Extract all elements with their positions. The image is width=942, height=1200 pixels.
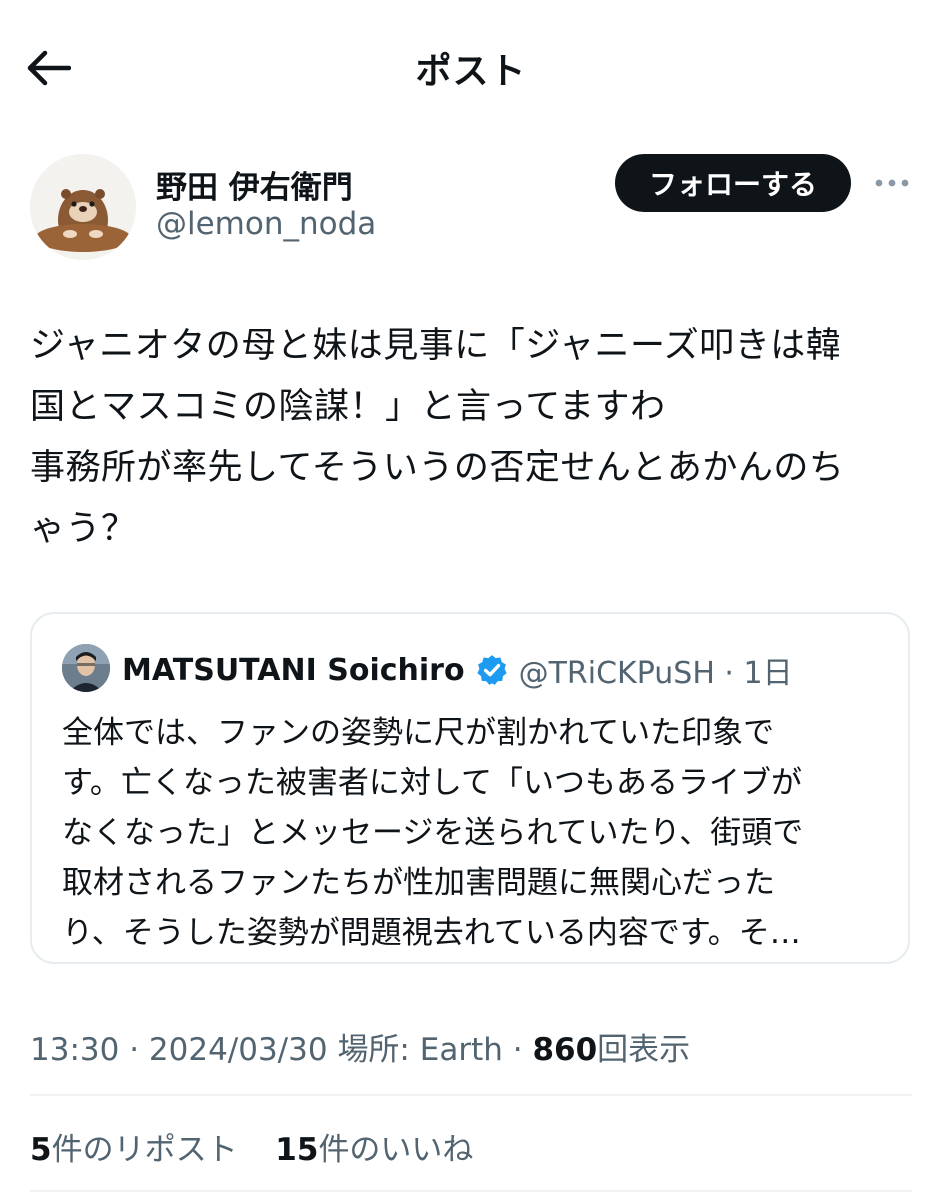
post-text-line: 事務所が率先してそういうの否定せんとあかんのち [30, 448, 845, 488]
quoted-post-text: 全体では、ファンの姿勢に尺が割かれていた印象で す。亡くなった被害者に対して「い… [62, 708, 892, 958]
post-timestamp[interactable]: 13:30 · 2024/03/30 [30, 1032, 328, 1068]
top-bar: ポスト [0, 0, 942, 136]
quoted-text-line: 取材されるファンたちが性加害問題に無関心だった [62, 865, 775, 901]
post-meta: 13:30 · 2024/03/30 場所: Earth · 860回表示 [30, 1024, 690, 1069]
engagement-stats: 5件のリポスト 15件のいいね [30, 1124, 473, 1169]
follow-button[interactable]: フォローする [615, 154, 851, 212]
repost-count: 5 [30, 1132, 52, 1168]
person-photo-image [62, 644, 110, 692]
repost-label: 件のリポスト [51, 1132, 238, 1168]
divider [30, 1094, 912, 1096]
author-display-name[interactable]: 野田 伊右衛門 [156, 162, 353, 207]
view-count-label: 回表示 [597, 1032, 691, 1068]
mole-avatar-image [30, 154, 136, 260]
divider [30, 1190, 912, 1192]
post-text-line: 国とマスコミの陰謀！」と言ってますわ [30, 387, 666, 427]
quoted-post-card[interactable]: MATSUTANI Soichiro @TRiCKPuSH · 1日 全体では、… [30, 612, 910, 964]
more-horizontal-icon [875, 179, 909, 187]
likes-link[interactable]: 15件のいいね [275, 1132, 473, 1168]
reposts-link[interactable]: 5件のリポスト [30, 1132, 238, 1168]
quoted-author-name: MATSUTANI Soichiro [122, 652, 465, 688]
view-count: 860 [532, 1032, 598, 1068]
quoted-author-handle-time: @TRiCKPuSH · 1日 [518, 656, 793, 691]
like-label: 件のいいね [318, 1132, 474, 1168]
quoted-text-line: す。亡くなった被害者に対して「いつもあるライブが [62, 765, 802, 801]
quoted-text-line: り、そうした姿勢が問題視去れている内容です。そ… [62, 915, 801, 951]
quoted-author-avatar [62, 644, 110, 692]
author-avatar[interactable] [30, 154, 136, 260]
post-text: ジャニオタの母と妹は見事に「ジャニーズ叩きは韓 国とマスコミの陰謀！」と言ってま… [30, 316, 920, 560]
more-button[interactable] [870, 166, 914, 200]
quoted-post-header: MATSUTANI Soichiro @TRiCKPuSH · 1日 [122, 648, 793, 692]
verified-badge-icon [476, 655, 507, 685]
like-count: 15 [275, 1132, 319, 1168]
quoted-text-line: 全体では、ファンの姿勢に尺が割かれていた印象で [62, 715, 775, 751]
author-handle[interactable]: @lemon_noda [156, 206, 376, 242]
post-text-line: ゃう？ [30, 509, 137, 549]
post-text-line: ジャニオタの母と妹は見事に「ジャニーズ叩きは韓 [30, 326, 842, 366]
quoted-text-line: なくなった」とメッセージを送られていたり、街頭で [62, 815, 804, 851]
post-location: 場所: Earth · [337, 1032, 523, 1068]
page-title: ポスト [415, 51, 527, 92]
